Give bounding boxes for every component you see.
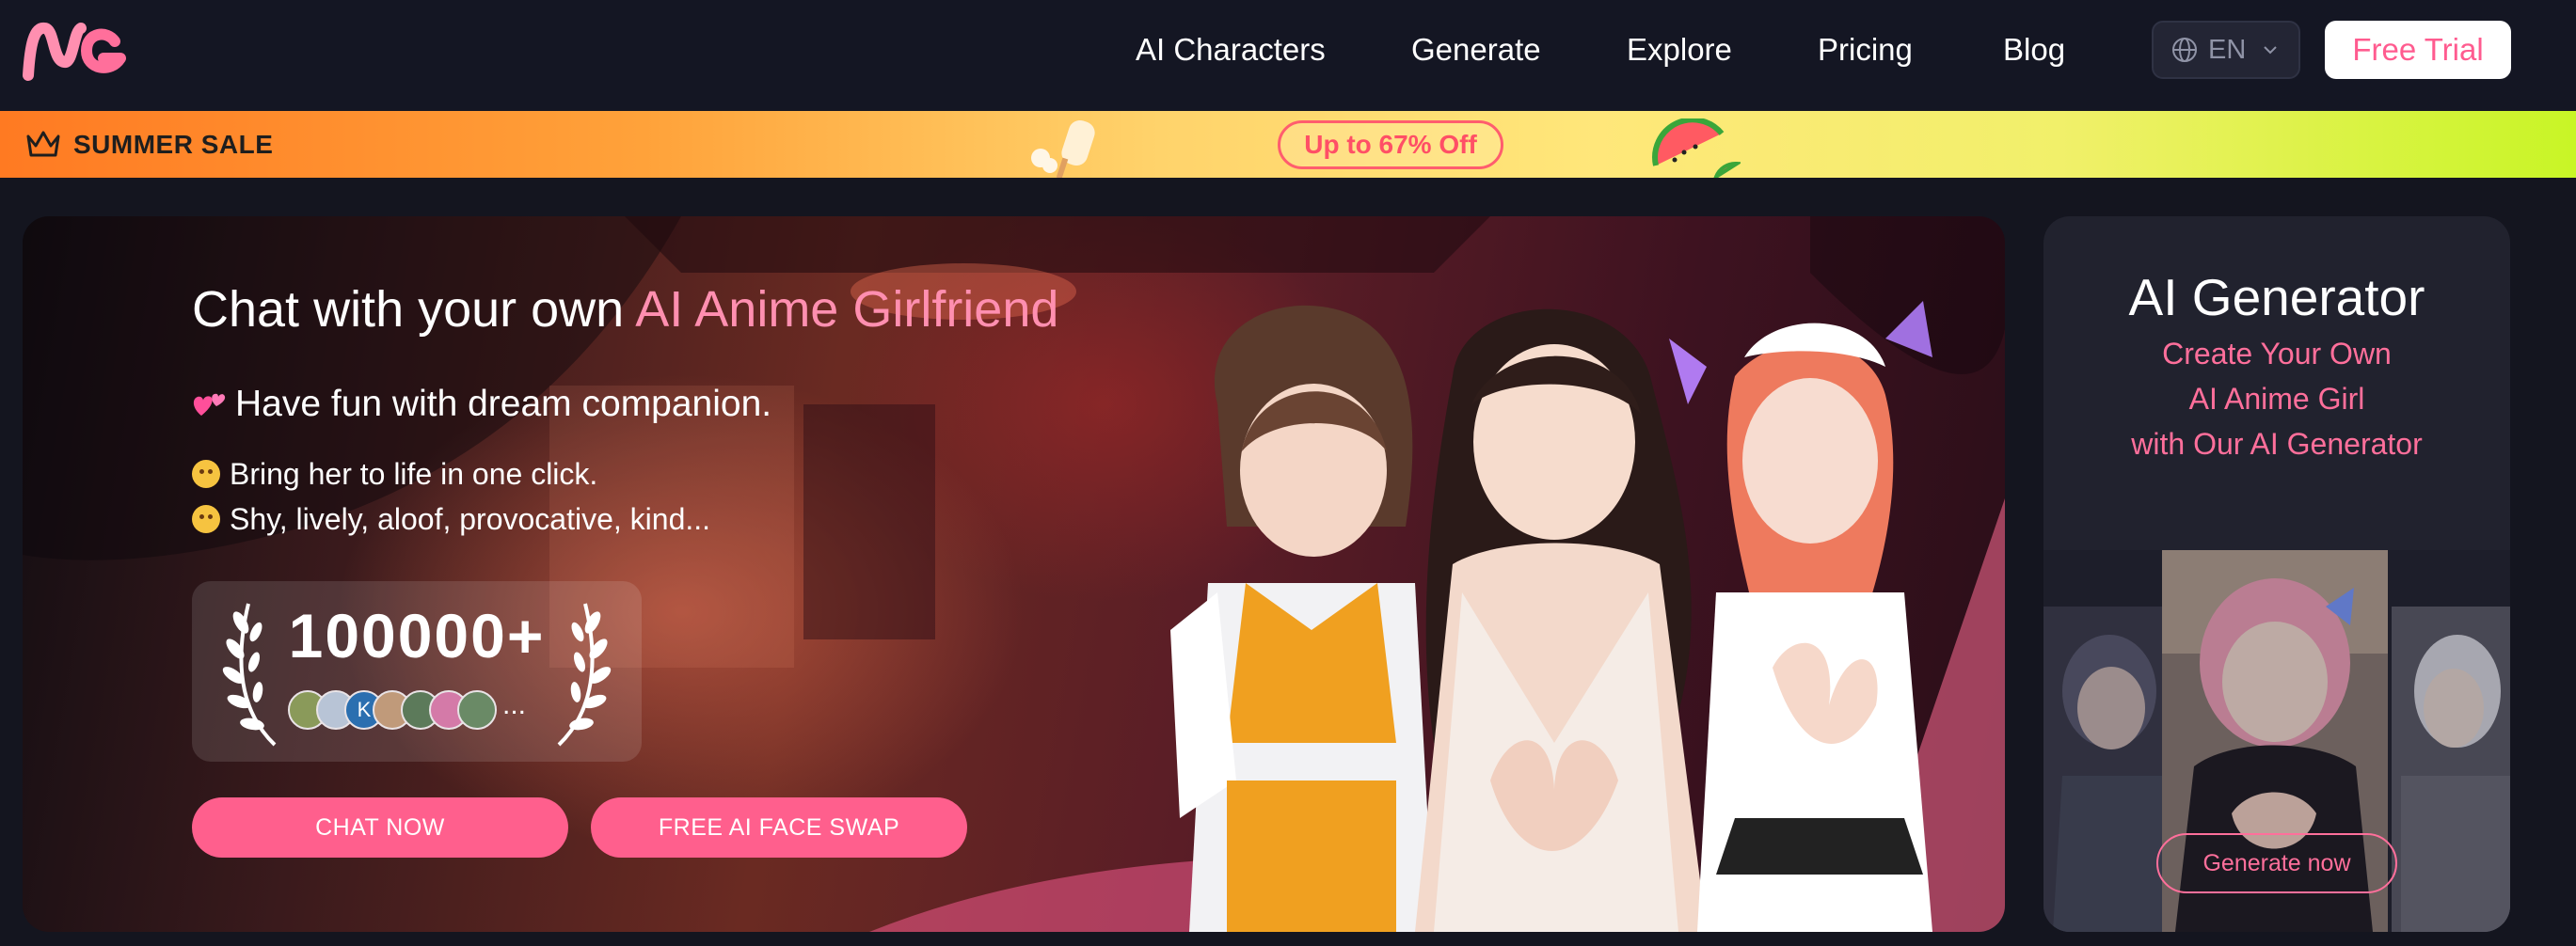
summer-sale-banner[interactable]: SUMMER SALE Up to 67% Off <box>0 111 2576 178</box>
free-trial-button[interactable]: Free Trial <box>2325 21 2511 79</box>
crown-icon <box>26 131 60 157</box>
popsicle-icon <box>1031 119 1095 178</box>
avatar <box>457 690 497 730</box>
laurel-right-icon <box>557 603 612 747</box>
discount-badge: Up to 67% Off <box>1278 120 1503 169</box>
hero-subtitle: Have fun with dream companion. <box>192 384 771 425</box>
user-avatars: K ... <box>288 689 527 730</box>
hero-title-accent: AI Anime Girlfriend <box>635 281 1059 338</box>
language-code: EN <box>2208 34 2247 65</box>
chevron-down-icon <box>2264 46 2278 55</box>
hero-title-prefix: Chat with your own <box>192 281 636 338</box>
anime-characters-illustration <box>1170 301 1932 932</box>
two-hearts-icon <box>193 393 226 416</box>
top-header: AI Characters Generate Explore Pricing B… <box>0 0 2576 111</box>
nav-explore[interactable]: Explore <box>1627 32 1732 68</box>
ai-generator-line-1: Create Your Own <box>2162 337 2392 371</box>
wink-emoji-icon <box>192 505 220 533</box>
more-users: ... <box>502 689 527 720</box>
generate-now-button[interactable]: Generate now <box>2156 833 2397 893</box>
hero-bullet-1-text: Bring her to life in one click. <box>230 457 598 491</box>
language-selector[interactable]: EN <box>2152 21 2300 79</box>
globe-icon <box>2172 38 2197 62</box>
smile-emoji-icon <box>192 460 220 488</box>
site-logo[interactable] <box>21 17 134 85</box>
hero-bullet-1: Bring her to life in one click. <box>192 457 597 492</box>
ai-generator-card[interactable]: AI Generator Create Your Own AI Anime Gi… <box>2043 216 2510 932</box>
nav-pricing[interactable]: Pricing <box>1818 32 1913 68</box>
nav-generate[interactable]: Generate <box>1411 32 1541 68</box>
hero-title: Chat with your own AI Anime Girlfriend <box>192 280 1058 339</box>
nav-blog[interactable]: Blog <box>2003 32 2065 68</box>
sale-label: SUMMER SALE <box>73 130 274 159</box>
hero-bullet-2: Shy, lively, aloof, provocative, kind... <box>192 502 710 537</box>
hero-banner: Chat with your own AI Anime Girlfriend H… <box>23 216 2005 932</box>
free-face-swap-button[interactable]: FREE AI FACE SWAP <box>591 797 967 858</box>
chat-now-button[interactable]: CHAT NOW <box>192 797 568 858</box>
nav-ai-characters[interactable]: AI Characters <box>1136 32 1326 68</box>
hero-subtitle-text: Have fun with dream companion. <box>235 384 772 424</box>
watermelon-icon <box>1652 118 1741 178</box>
user-count-card: 100000+ K ... <box>192 581 642 762</box>
ai-generator-title: AI Generator <box>2128 268 2425 326</box>
ai-generator-line-2: AI Anime Girl <box>2188 382 2365 416</box>
ai-generator-line-3: with Our AI Generator <box>2131 427 2423 461</box>
hero-bullet-2-text: Shy, lively, aloof, provocative, kind... <box>230 502 711 536</box>
